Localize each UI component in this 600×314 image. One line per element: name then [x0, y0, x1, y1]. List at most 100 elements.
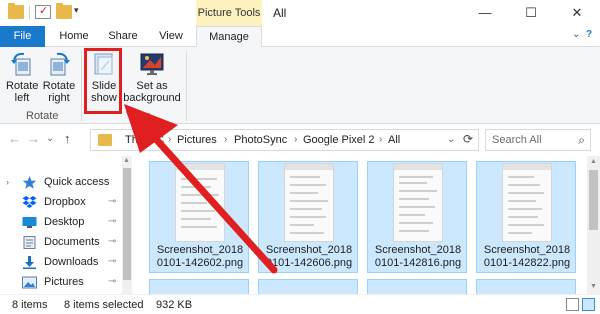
- file-tile[interactable]: Screenshot_2018 0101-142606.png: [258, 161, 358, 273]
- nav-label: Downloads: [44, 256, 99, 268]
- expand-chevron-icon[interactable]: ›: [6, 177, 9, 187]
- tab-file[interactable]: File: [0, 26, 45, 47]
- new-folder-icon[interactable]: [56, 3, 72, 19]
- scroll-down-icon[interactable]: ▼: [590, 283, 597, 290]
- star-icon: [22, 176, 37, 189]
- file-tile[interactable]: Screenshot_2018 0101-142822.png: [476, 161, 576, 273]
- file-list-area: Screenshot_2018 0101-142602.png Screensho…: [132, 156, 600, 294]
- rotate-left-label-2: left: [14, 92, 30, 104]
- collapse-ribbon-icon[interactable]: ⌄: [572, 29, 580, 40]
- file-tile[interactable]: Screenshot_2018 0101-142602.png: [149, 161, 249, 273]
- set-background-icon: [140, 51, 164, 77]
- breadcrumb-separator[interactable]: ›: [294, 134, 297, 145]
- nav-label: Dropbox: [44, 196, 86, 208]
- rotate-left-icon: [10, 51, 34, 77]
- nav-label: Desktop: [44, 216, 85, 228]
- breadcrumb-google-pixel-2[interactable]: Google Pixel 2: [303, 134, 375, 146]
- file-tile[interactable]: [149, 279, 249, 294]
- pictures-icon: [22, 276, 37, 289]
- address-bar[interactable]: This PC › Pictures › PhotoSync › Google …: [90, 129, 479, 151]
- picture-tools-header: Picture Tools: [196, 0, 262, 26]
- nav-label: Quick access: [44, 176, 110, 188]
- toolbar-separator: [29, 6, 30, 19]
- breadcrumb-all[interactable]: All: [388, 134, 400, 146]
- breadcrumb-separator[interactable]: ›: [168, 134, 171, 145]
- minimize-button[interactable]: —: [462, 0, 508, 26]
- scrollbar-thumb[interactable]: [123, 168, 131, 280]
- scroll-up-icon[interactable]: ▲: [590, 158, 597, 165]
- title-bar: ▾ Picture Tools All — ☐ ✕: [0, 0, 600, 26]
- rotate-right-label-2: right: [48, 92, 70, 104]
- pin-icon[interactable]: ⊸: [108, 196, 116, 207]
- selection-size: 932 KB: [156, 299, 193, 311]
- search-input[interactable]: Search All ⌕: [485, 129, 591, 151]
- folder-icon[interactable]: [8, 3, 24, 19]
- breadcrumb-separator[interactable]: ›: [224, 134, 227, 145]
- rotate-right-button[interactable]: Rotate right: [42, 51, 76, 104]
- view-group-label: View: [126, 110, 150, 122]
- pin-icon[interactable]: ⊸: [108, 276, 116, 287]
- up-button[interactable]: ↑: [64, 131, 71, 146]
- file-tile[interactable]: [258, 279, 358, 294]
- search-icon: ⌕: [578, 133, 585, 147]
- status-bar: 8 items 8 items selected 932 KB: [0, 294, 600, 314]
- dropbox-icon: [22, 196, 37, 209]
- documents-icon: [22, 236, 37, 249]
- scrollbar-thumb[interactable]: [589, 170, 598, 230]
- file-name: Screenshot_2018 0101-142822.png: [483, 244, 571, 269]
- image-thumbnail: [502, 163, 552, 242]
- breadcrumb-pictures[interactable]: Pictures: [177, 134, 217, 146]
- rotate-right-icon: [47, 51, 71, 77]
- maximize-button[interactable]: ☐: [508, 0, 554, 26]
- tab-share[interactable]: Share: [100, 26, 146, 47]
- forward-button[interactable]: →: [27, 131, 40, 146]
- help-icon[interactable]: ?: [586, 29, 592, 40]
- search-placeholder: Search All: [492, 134, 542, 146]
- customize-toolbar-dropdown[interactable]: ▾: [74, 5, 79, 16]
- folder-icon: [98, 134, 112, 146]
- back-button[interactable]: ←: [8, 131, 21, 146]
- navigation-pane: › Quick access Dropbox ⊸ Desktop ⊸ Docum…: [0, 156, 132, 294]
- pin-icon[interactable]: ⊸: [108, 216, 116, 227]
- close-button[interactable]: ✕: [554, 0, 600, 26]
- item-count: 8 items: [12, 299, 48, 311]
- nav-label: Pictures: [44, 276, 84, 288]
- downloads-icon: [22, 256, 37, 269]
- pin-icon[interactable]: ⊸: [108, 256, 116, 267]
- breadcrumb-photosync[interactable]: PhotoSync: [234, 134, 287, 146]
- refresh-icon[interactable]: ⟳: [463, 132, 473, 146]
- content-scrollbar[interactable]: ▲ ▼: [587, 156, 600, 294]
- tab-manage[interactable]: Manage: [196, 26, 262, 48]
- breadcrumb-this-pc[interactable]: This PC: [125, 134, 164, 146]
- scroll-up-icon[interactable]: ▲: [123, 157, 130, 164]
- file-name: Screenshot_2018 0101-142602.png: [156, 244, 244, 269]
- rotate-left-button[interactable]: Rotate left: [6, 51, 38, 104]
- group-divider: [186, 51, 187, 121]
- set-background-label-2: background: [123, 92, 181, 104]
- file-tile[interactable]: Screenshot_2018 0101-142816.png: [367, 161, 467, 273]
- nav-label: Documents: [44, 236, 100, 248]
- nav-pane-scrollbar[interactable]: ▲: [122, 156, 132, 294]
- pin-icon[interactable]: ⊸: [108, 236, 116, 247]
- desktop-icon: [22, 216, 37, 229]
- group-divider: [81, 51, 82, 121]
- details-view-icon[interactable]: [566, 298, 579, 311]
- file-tile[interactable]: [476, 279, 576, 294]
- image-thumbnail: [284, 163, 334, 242]
- file-tile[interactable]: [367, 279, 467, 294]
- selection-count: 8 items selected: [64, 299, 144, 311]
- set-background-label: Set as: [136, 80, 168, 92]
- rotate-left-label: Rotate: [6, 80, 39, 92]
- recent-locations-button[interactable]: ⌄: [46, 133, 54, 144]
- rotate-right-label: Rotate: [42, 80, 76, 92]
- set-as-background-button[interactable]: Set as background: [123, 51, 181, 104]
- address-dropdown-button[interactable]: ⌄: [447, 134, 455, 145]
- tab-view[interactable]: View: [150, 26, 192, 47]
- ribbon-tab-row: File Home Share View Manage ⌄ ?: [0, 26, 600, 48]
- file-name: Screenshot_2018 0101-142816.png: [374, 244, 462, 269]
- tab-home[interactable]: Home: [52, 26, 96, 47]
- window-title: All: [273, 6, 287, 20]
- breadcrumb-separator[interactable]: ›: [379, 134, 382, 145]
- properties-icon[interactable]: [35, 4, 51, 19]
- large-icons-view-icon[interactable]: [582, 298, 595, 311]
